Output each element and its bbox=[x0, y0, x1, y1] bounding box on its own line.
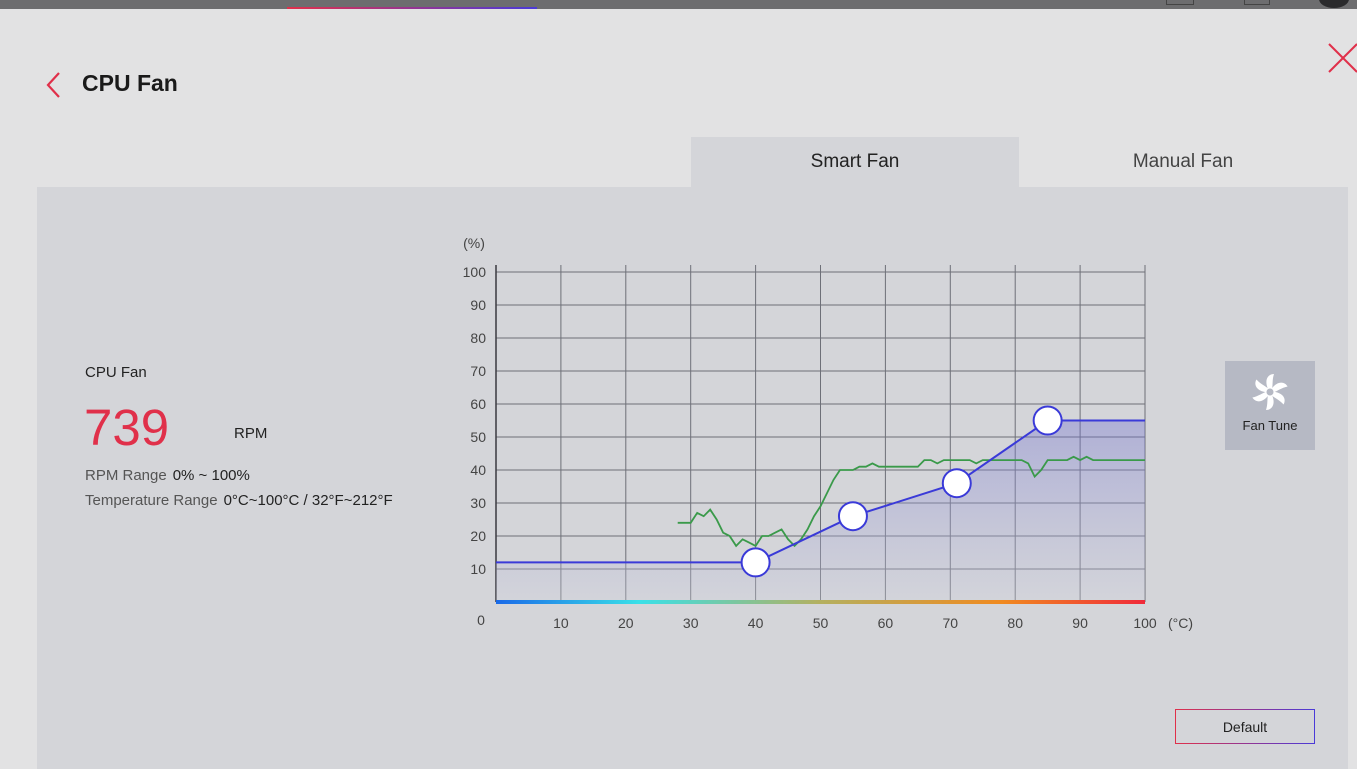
fan-curve-chart[interactable]: 10 20 30 40 50 60 70 80 90 100 0 10 20 30 40 50 60 70 80 90… bbox=[0, 0, 1357, 769]
y-tick-label: 10 bbox=[470, 561, 486, 577]
x-tick-label: 80 bbox=[1007, 615, 1023, 631]
y-axis-unit: (%) bbox=[463, 235, 485, 251]
temperature-color-bar bbox=[496, 600, 1145, 604]
y-tick-label: 60 bbox=[470, 396, 486, 412]
curve-control-point[interactable] bbox=[941, 468, 972, 499]
y-tick-label: 50 bbox=[470, 429, 486, 445]
x-tick-label: 90 bbox=[1072, 615, 1088, 631]
x-tick-label: 100 bbox=[1133, 615, 1157, 631]
fan-tune-label: Fan Tune bbox=[1242, 418, 1298, 433]
curve-control-point[interactable] bbox=[740, 547, 771, 578]
x-tick-label: 60 bbox=[878, 615, 894, 631]
fan-tune-button[interactable]: Fan Tune bbox=[1225, 361, 1315, 450]
y-tick-label: 90 bbox=[470, 297, 486, 313]
x-tick-label: 10 bbox=[553, 615, 569, 631]
default-label: Default bbox=[1222, 718, 1268, 735]
y-tick-label: 70 bbox=[470, 363, 486, 379]
x-tick-label: 30 bbox=[683, 615, 699, 631]
x-tick-label: 40 bbox=[748, 615, 764, 631]
x-tick-label: 20 bbox=[618, 615, 634, 631]
curve-control-point[interactable] bbox=[837, 501, 868, 532]
x-tick-label: 50 bbox=[813, 615, 829, 631]
default-button[interactable]: Default bbox=[1175, 709, 1315, 744]
x-axis-unit: (°C) bbox=[1168, 615, 1193, 631]
y-tick-label: 80 bbox=[470, 330, 486, 346]
y-tick-label: 40 bbox=[470, 462, 486, 478]
y-tick-label: 20 bbox=[470, 528, 486, 544]
fan-icon bbox=[1252, 374, 1288, 410]
x-tick-label: 70 bbox=[943, 615, 959, 631]
y-tick-label: 30 bbox=[470, 495, 486, 511]
curve-control-point[interactable] bbox=[1032, 405, 1063, 436]
x-tick-label: 0 bbox=[477, 612, 485, 628]
y-tick-label: 100 bbox=[463, 264, 487, 280]
